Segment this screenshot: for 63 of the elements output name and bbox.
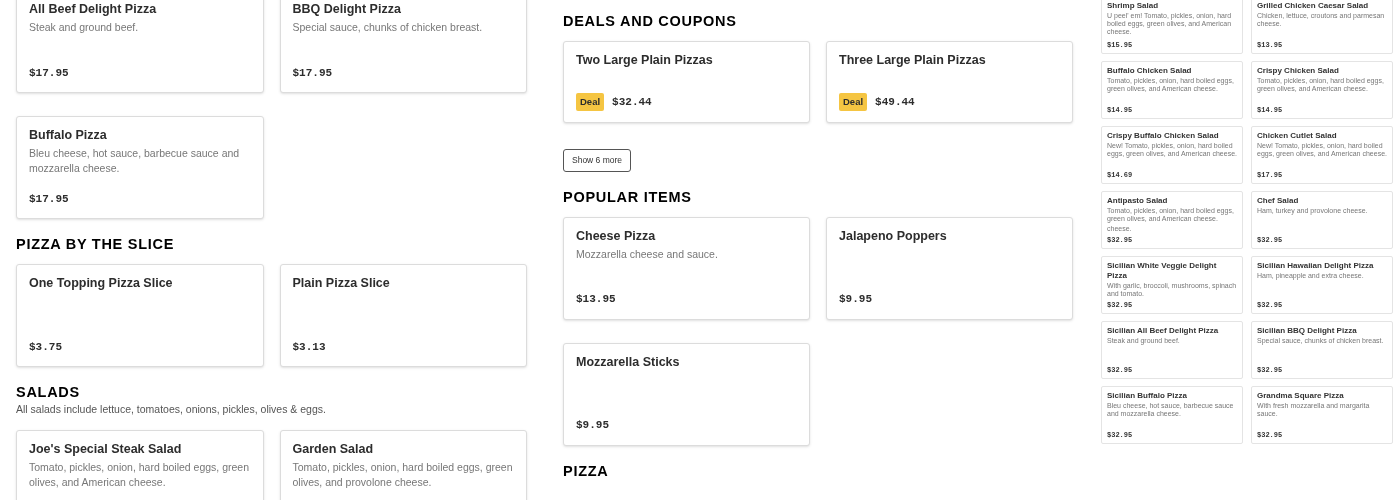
item-title: Buffalo Pizza [29, 127, 108, 143]
menu-item-card[interactable]: BBQ Delight Pizza Special sauce, chunks of chicken breast. $17.95 [279, 0, 527, 93]
section-heading: PIZZA BY THE SLICE [16, 238, 176, 250]
section-subtitle: All salads include lettuce, tomatoes, onions, pickles, olives & eggs. [16, 402, 327, 416]
item-description: Tomato, pickles, onion, hard boiled eggs, green olives, and provolone cheese. [292, 460, 514, 490]
item-title: BBQ Delight Pizza [292, 1, 402, 17]
item-title: Jalapeno Poppers [839, 227, 948, 244]
deal-badge: Deal [576, 92, 605, 111]
menu-item-card[interactable]: Two Large Plain Pizzas Deal $32.44 [563, 41, 810, 123]
menu-item-card[interactable]: Three Large Plain Pizzas Deal $49.44 [826, 41, 1073, 123]
item-price: $3.13 [292, 339, 326, 355]
section-heading: POPULAR ITEMS [563, 190, 693, 203]
item-price: $3.75 [29, 339, 62, 355]
item-title: Mozzarella Sticks [576, 353, 681, 370]
menu-item-card[interactable]: Plain Pizza Slice $3.13 [279, 264, 527, 367]
item-description: Mozzarella cheese and sauce. [576, 246, 719, 262]
item-title: Sicilian All Beef Delight Pizza [1107, 326, 1220, 336]
item-description: Special sauce, chunks of chicken breast. [292, 20, 484, 35]
item-price: $32.44 [612, 94, 652, 110]
item-price: $17.95 [292, 65, 333, 81]
item-title: Buffalo Chicken Salad [1107, 66, 1193, 76]
item-price: $13.95 [576, 292, 616, 308]
item-price: $17.95 [29, 191, 69, 207]
section-heading: SALADS [16, 386, 81, 398]
item-title: Sicilian BBQ Delight Pizza [1257, 326, 1358, 336]
item-title: Sicilian Hawaiian Delight Pizza [1257, 261, 1375, 271]
item-title: Chicken Cutlet Salad [1257, 131, 1338, 141]
item-title: All Beef Delight Pizza [29, 1, 158, 17]
item-title: Sicilian White Veggie Delight Pizza [1107, 261, 1218, 281]
item-title: Chef Salad [1257, 196, 1300, 206]
deal-badge: Deal [839, 92, 868, 111]
item-title: Sicilian Buffalo Pizza [1107, 391, 1188, 401]
item-title: Garden Salad [292, 441, 375, 457]
item-price: $9.95 [576, 418, 609, 434]
menu-item-card[interactable]: One Topping Pizza Slice $3.75 [16, 264, 264, 367]
item-title: Crispy Chicken Salad [1257, 66, 1340, 76]
item-title: Grandma Square Pizza [1257, 391, 1345, 401]
show-more-button[interactable]: Show 6 more [563, 149, 632, 172]
item-title: Grilled Chicken Caesar Salad [1257, 1, 1370, 11]
menu-item-card[interactable]: Cheese Pizza Mozzarella cheese and sauce. $13.95 [563, 216, 810, 320]
section-heading: DEALS AND COUPONS [563, 15, 738, 27]
item-title: Crispy Buffalo Chicken Salad [1107, 131, 1220, 141]
item-title: One Topping Pizza Slice [29, 275, 174, 291]
section-heading: PIZZA [563, 464, 610, 477]
item-description: Tomato, pickles, onion, hard boiled eggs, green olives, and American cheese. [29, 460, 251, 490]
item-title: Antipasto Salad [1107, 196, 1169, 206]
item-title: Plain Pizza Slice [292, 275, 391, 291]
menu-item-card[interactable]: All Beef Delight Pizza Steak and ground beef. $17.95 [16, 0, 264, 93]
item-title: Shrimp Salad [1107, 1, 1160, 11]
item-description: Bleu cheese, hot sauce, barbecue sauce and mozzarella cheese. [29, 146, 241, 176]
menu-item-card[interactable]: Garden Salad Tomato, pickles, onion, hard boiled eggs, green olives, and provolone cheese. [279, 430, 527, 500]
item-description: Steak and ground beef. [29, 20, 140, 35]
item-title: Joe's Special Steak Salad [29, 441, 183, 457]
item-title: Cheese Pizza [576, 227, 657, 244]
menu-item-card[interactable]: Jalapeno Poppers $9.95 [826, 216, 1073, 320]
menu-item-card[interactable]: Joe's Special Steak Salad Tomato, pickles, onion, hard boiled eggs, green olives, and American cheese. [16, 430, 264, 500]
item-price: $17.95 [29, 65, 69, 81]
item-title: Two Large Plain Pizzas [576, 52, 714, 68]
menu-item-card[interactable]: Buffalo Pizza Bleu cheese, hot sauce, barbecue sauce and mozzarella cheese. $17.95 [16, 116, 264, 219]
menu-item-card[interactable]: Mozzarella Sticks $9.95 [563, 342, 810, 446]
item-price: $9.95 [839, 292, 872, 308]
item-price: $49.44 [875, 94, 915, 110]
item-title: Three Large Plain Pizzas [839, 52, 987, 68]
